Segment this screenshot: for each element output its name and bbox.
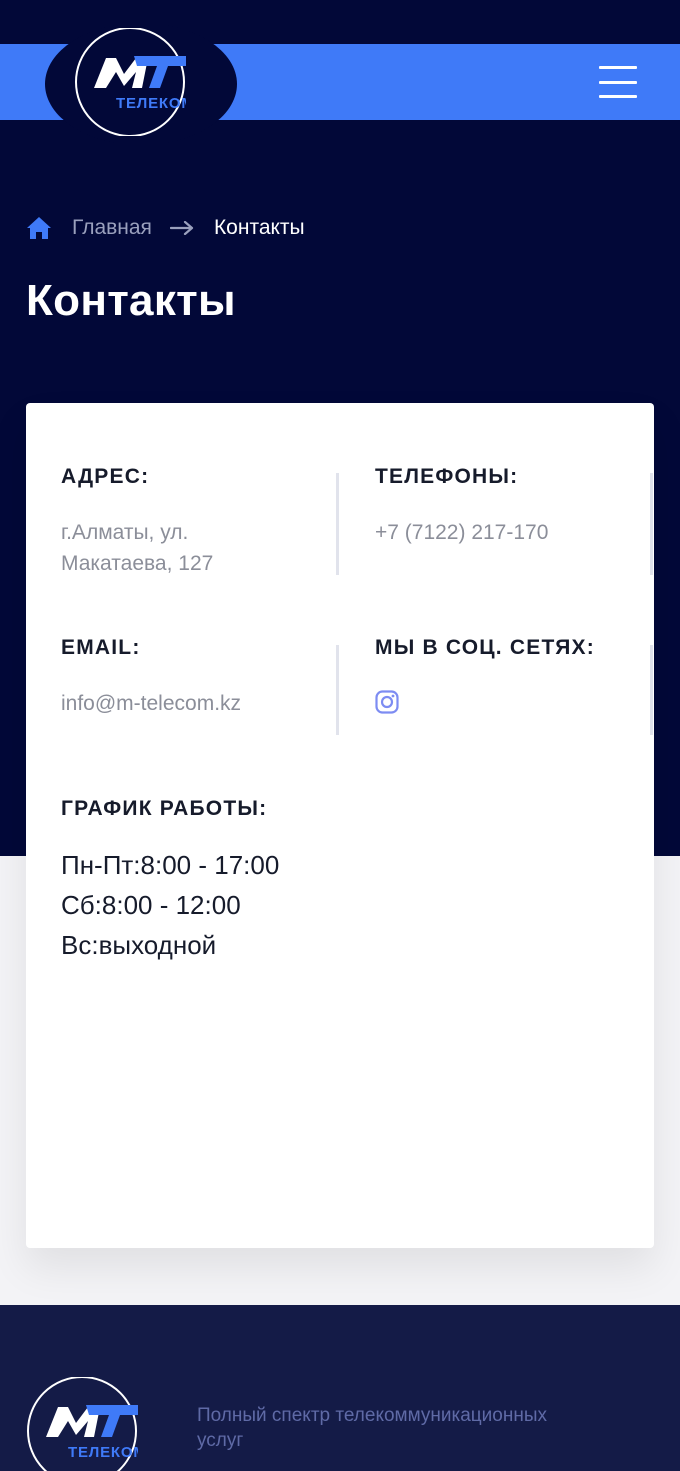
logo[interactable]: ТЕЛЕКОМ (74, 28, 186, 136)
phones-label: ТЕЛЕФОНЫ: (375, 465, 519, 488)
footer: ТЕЛЕКОМ Полный спектр телекоммуникационн… (0, 1305, 680, 1471)
arrow-right-icon (169, 221, 194, 235)
footer-tagline: Полный спектр телекоммуникационных услуг (197, 1403, 637, 1453)
hamburger-menu-icon (599, 66, 637, 69)
social-block: МЫ В СОЦ. СЕТЯХ: (375, 636, 635, 714)
social-label: МЫ В СОЦ. СЕТЯХ: (375, 636, 595, 659)
email-label: EMAIL: (61, 636, 141, 659)
logo-subtitle: ТЕЛЕКОМ (116, 95, 186, 112)
schedule-block: ГРАФИК РАБОТЫ: Пн-Пт:8:00 - 17:00 Сб:8:0… (61, 797, 461, 965)
phone-link[interactable]: +7 (7122) 217-170 (375, 517, 635, 548)
instagram-icon[interactable] (375, 690, 399, 714)
divider (650, 645, 653, 735)
address-block: АДРЕС: г.Алматы, ул. Макатаева, 127 (61, 465, 321, 579)
divider (650, 473, 653, 575)
address-value: г.Алматы, ул. Макатаева, 127 (61, 517, 321, 579)
breadcrumb: Главная Контакты (26, 212, 305, 244)
breadcrumb-current: Контакты (213, 216, 305, 239)
divider (336, 473, 339, 575)
footer-logo-subtitle: ТЕЛЕКОМ (68, 1444, 138, 1461)
hamburger-menu-icon-bar (599, 95, 637, 98)
email-block: EMAIL: info@m-telecom.kz (61, 636, 321, 719)
schedule-row: Пн-Пт:8:00 - 17:00 (61, 850, 280, 880)
footer-tagline-line-1: Полный спектр телекоммуникационных (197, 1405, 547, 1426)
footer-tagline-line-2: услуг (197, 1430, 244, 1451)
address-label: АДРЕС: (61, 465, 150, 488)
address-line-1: г.Алматы, ул. (61, 521, 189, 544)
schedule-label: ГРАФИК РАБОТЫ: (61, 797, 268, 820)
email-link[interactable]: info@m-telecom.kz (61, 688, 321, 719)
address-line-2: Макатаева, 127 (61, 552, 214, 575)
contacts-card: АДРЕС: г.Алматы, ул. Макатаева, 127 ТЕЛЕ… (26, 403, 654, 1248)
page-title: Контакты (26, 276, 236, 325)
footer-logo[interactable]: ТЕЛЕКОМ (26, 1377, 138, 1471)
home-icon[interactable] (26, 216, 52, 240)
schedule-row: Вс:выходной (61, 930, 217, 960)
divider (336, 645, 339, 735)
phones-block: ТЕЛЕФОНЫ: +7 (7122) 217-170 (375, 465, 635, 548)
schedule-row: Сб:8:00 - 12:00 (61, 890, 241, 920)
hamburger-menu-icon-bar (599, 80, 637, 84)
menu-button[interactable] (592, 62, 644, 102)
schedule-list: Пн-Пт:8:00 - 17:00 Сб:8:00 - 12:00 Вс:вы… (61, 845, 461, 965)
breadcrumb-home-link[interactable]: Главная (72, 216, 152, 240)
